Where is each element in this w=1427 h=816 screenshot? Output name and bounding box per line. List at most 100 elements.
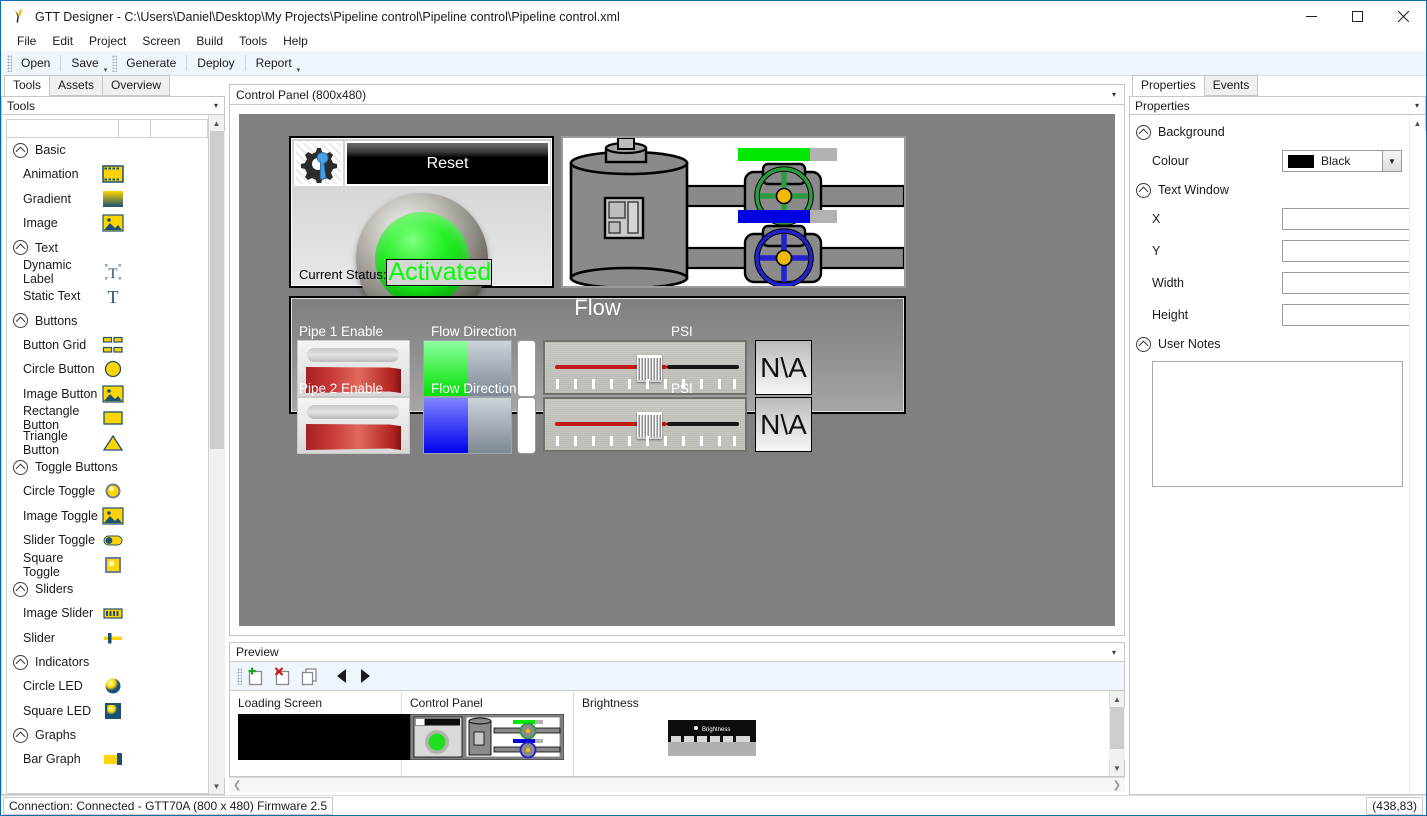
preview-horizontal-scrollbar[interactable]: ❮ ❯ <box>229 777 1125 792</box>
width-stepper[interactable]: ▲ ▼ <box>1282 272 1409 294</box>
tool-group-text[interactable]: Text <box>7 236 208 260</box>
properties-vertical-scrollbar[interactable]: ▲ <box>1409 115 1426 794</box>
menu-project[interactable]: Project <box>81 32 134 51</box>
tab-events[interactable]: Events <box>1203 75 1259 96</box>
chevron-down-icon[interactable]: ▾ <box>1112 90 1116 99</box>
pipe1-indicator[interactable] <box>517 340 536 397</box>
gauge-knob[interactable] <box>637 355 662 382</box>
grid-col-name[interactable] <box>7 120 119 138</box>
pipe2-enable-toggle[interactable] <box>297 397 410 454</box>
scroll-up-icon[interactable]: ▲ <box>209 115 225 131</box>
preview-toolbar-grip-icon[interactable] <box>237 667 242 685</box>
collapse-icon[interactable] <box>13 313 28 328</box>
preview-thumb-brightness[interactable]: Brightness <box>668 720 1109 759</box>
gtt-screen[interactable]: Reset Current Status: Activated Flow Pip… <box>239 114 1115 626</box>
control-group-main[interactable]: Reset Current Status: Activated <box>289 136 554 325</box>
tool-item-bar-graph[interactable]: Bar Graph <box>7 747 208 772</box>
scroll-down-icon[interactable]: ▼ <box>1109 760 1125 776</box>
toolbar-grip-icon[interactable] <box>7 54 12 72</box>
scroll-down-icon[interactable]: ▼ <box>209 778 225 794</box>
tab-assets[interactable]: Assets <box>49 75 104 96</box>
y-input[interactable] <box>1282 240 1409 262</box>
pipeline-diagram[interactable] <box>561 136 906 290</box>
tool-item-dynamic-label[interactable]: Dynamic Label T <box>7 258 208 286</box>
chevron-down-icon[interactable]: ▼ <box>1382 151 1401 171</box>
x-stepper[interactable]: ▲ ▼ <box>1282 208 1409 230</box>
add-screen-icon[interactable] <box>244 665 268 687</box>
report-dropdown-icon[interactable]: ▾ <box>297 66 301 75</box>
tool-item-circle-led[interactable]: Circle LED <box>7 674 208 699</box>
tool-item-button-grid[interactable]: Button Grid <box>7 333 208 358</box>
preview-thumb-loading[interactable] <box>238 714 416 760</box>
scroll-track[interactable] <box>208 131 225 778</box>
collapse-icon[interactable] <box>13 654 28 670</box>
collapse-icon[interactable] <box>13 581 28 597</box>
colour-combobox[interactable]: Black ▼ <box>1282 150 1402 172</box>
prop-group-background[interactable]: Background <box>1136 119 1409 145</box>
preview-item-brightness[interactable]: Brightness Brightness <box>574 691 1109 776</box>
save-button[interactable]: Save <box>64 53 105 74</box>
scroll-thumb[interactable] <box>1110 707 1124 749</box>
tab-tools[interactable]: Tools <box>4 75 51 96</box>
tool-item-circle-toggle[interactable]: Circle Toggle <box>7 479 208 504</box>
tool-group-basic[interactable]: Basic <box>7 138 208 162</box>
tool-item-animation[interactable]: Animation <box>7 162 208 187</box>
status-value[interactable]: Activated <box>386 259 493 286</box>
y-stepper[interactable]: ▲ ▼ <box>1282 240 1409 262</box>
collapse-icon[interactable] <box>13 459 28 475</box>
preview-item-loading-screen[interactable]: Loading Screen <box>230 691 416 776</box>
tool-item-square-toggle[interactable]: Square Toggle <box>7 551 208 579</box>
canvas-body[interactable]: Reset Current Status: Activated Flow Pip… <box>229 105 1125 636</box>
height-input[interactable] <box>1282 304 1409 326</box>
deploy-button[interactable]: Deploy <box>190 53 241 74</box>
tool-group-graphs[interactable]: Graphs <box>7 723 208 747</box>
close-button[interactable] <box>1380 1 1426 32</box>
maximize-button[interactable] <box>1334 1 1380 32</box>
tool-group-sliders[interactable]: Sliders <box>7 577 208 601</box>
report-button[interactable]: Report <box>249 53 299 74</box>
tool-item-slider[interactable]: Slider <box>7 626 208 651</box>
scroll-left-icon[interactable]: ❮ <box>233 780 241 791</box>
preview-thumb-control-panel[interactable] <box>409 713 573 763</box>
tools-vertical-scrollbar[interactable]: ▲ ▼ <box>208 115 225 794</box>
tool-item-image-button[interactable]: Image Button <box>7 382 208 407</box>
menu-build[interactable]: Build <box>188 32 231 51</box>
scroll-right-icon[interactable]: ❯ <box>1113 780 1121 791</box>
preview-vertical-scrollbar[interactable]: ▲ ▼ <box>1109 691 1125 776</box>
scroll-thumb[interactable] <box>209 131 224 449</box>
tool-group-buttons[interactable]: Buttons <box>7 309 208 333</box>
tool-item-image[interactable]: Image <box>7 211 208 236</box>
chevron-down-icon[interactable]: ▾ <box>1415 101 1419 110</box>
prop-group-text-window[interactable]: Text Window <box>1136 177 1409 203</box>
x-input[interactable] <box>1282 208 1409 230</box>
collapse-icon[interactable] <box>1136 182 1151 198</box>
gauge-knob[interactable] <box>637 412 662 439</box>
toolbar-grip-icon-2[interactable] <box>112 54 118 72</box>
tool-item-slider-toggle[interactable]: Slider Toggle <box>7 528 208 553</box>
menu-help[interactable]: Help <box>275 32 316 51</box>
height-stepper[interactable]: ▲ ▼ <box>1282 304 1409 326</box>
scroll-up-icon[interactable]: ▲ <box>1109 691 1125 707</box>
gear-wrench-icon[interactable] <box>294 141 343 186</box>
tool-item-image-slider[interactable]: Image Slider <box>7 601 208 626</box>
menu-edit[interactable]: Edit <box>44 32 81 51</box>
collapse-icon[interactable] <box>13 142 28 158</box>
tool-item-gradient[interactable]: Gradient <box>7 187 208 212</box>
tool-group-toggle-buttons[interactable]: Toggle Buttons <box>7 455 208 479</box>
reset-button[interactable]: Reset <box>345 141 550 186</box>
psi-gauge-1[interactable] <box>543 340 747 395</box>
chevron-down-icon[interactable]: ▾ <box>1112 648 1116 657</box>
save-dropdown-icon[interactable]: ▾ <box>104 66 108 75</box>
tool-item-rectangle-button[interactable]: Rectangle Button <box>7 404 208 432</box>
collapse-icon[interactable] <box>1136 336 1151 352</box>
width-input[interactable] <box>1282 272 1409 294</box>
tool-item-circle-button[interactable]: Circle Button <box>7 357 208 382</box>
collapse-icon[interactable] <box>13 727 28 743</box>
flow-group[interactable]: Flow Pipe 1 Enable Flow Direction PSI N\… <box>289 295 906 454</box>
next-screen-icon[interactable] <box>352 665 376 687</box>
delete-screen-icon[interactable] <box>271 665 295 687</box>
tool-item-image-toggle[interactable]: Image Toggle <box>7 504 208 529</box>
menu-tools[interactable]: Tools <box>231 32 275 51</box>
preview-item-control-panel[interactable]: Control Panel <box>402 691 574 776</box>
tool-item-static-text[interactable]: Static Text T <box>7 284 208 309</box>
